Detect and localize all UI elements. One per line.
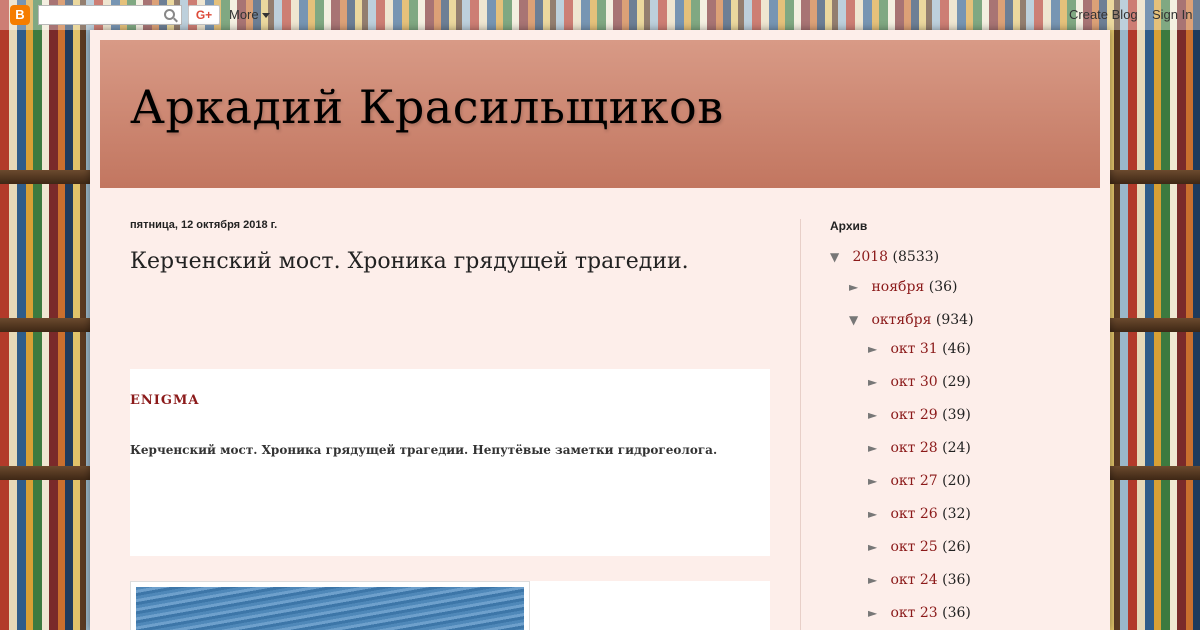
- expand-toggle-icon[interactable]: ►: [849, 280, 867, 294]
- archive-link[interactable]: 2018: [852, 249, 888, 265]
- archive-year-2018[interactable]: ▼ 2018 (8533): [830, 249, 939, 265]
- expand-toggle-icon[interactable]: ▼: [849, 313, 867, 327]
- archive-count: (36): [942, 605, 971, 621]
- archive-day[interactable]: ► окт 24 (36): [868, 572, 971, 588]
- archive-count: (24): [942, 440, 971, 456]
- archive-link[interactable]: окт 24: [890, 572, 937, 588]
- blog-header: Аркадий Красильщиков: [100, 40, 1100, 188]
- archive-link[interactable]: окт 26: [890, 506, 937, 522]
- expand-toggle-icon[interactable]: ►: [868, 540, 886, 554]
- sidebar-divider: [800, 219, 801, 630]
- expand-toggle-icon[interactable]: ►: [868, 606, 886, 620]
- archive-day[interactable]: ► окт 27 (20): [868, 473, 971, 489]
- blog-page: Аркадий Красильщиков пятница, 12 октября…: [90, 30, 1110, 630]
- archive-day[interactable]: ► окт 23 (36): [868, 605, 971, 621]
- post-date: пятница, 12 октября 2018 г.: [130, 219, 278, 231]
- expand-toggle-icon[interactable]: ►: [868, 474, 886, 488]
- blogger-navbar: B G+ More Create Blog Sign In: [0, 0, 1200, 30]
- archive-link[interactable]: окт 25: [890, 539, 937, 555]
- archive-link[interactable]: окт 28: [890, 440, 937, 456]
- post-image[interactable]: [130, 581, 530, 630]
- archive-link[interactable]: окт 23: [890, 605, 937, 621]
- expand-toggle-icon[interactable]: ►: [868, 507, 886, 521]
- caret-down-icon: [261, 13, 270, 19]
- archive-day[interactable]: ► окт 26 (32): [868, 506, 971, 522]
- archive-day[interactable]: ► окт 29 (39): [868, 407, 971, 423]
- post-title[interactable]: Керченский мост. Хроника грядущей трагед…: [130, 249, 689, 274]
- archive-link[interactable]: окт 27: [890, 473, 937, 489]
- post-subtitle: Керченский мост. Хроника грядущей трагед…: [130, 443, 718, 457]
- more-label[interactable]: More: [229, 7, 259, 22]
- archive-count: (32): [942, 506, 971, 522]
- archive-count: (36): [942, 572, 971, 588]
- post-image-container: [130, 581, 770, 630]
- archive-day[interactable]: ► окт 28 (24): [868, 440, 971, 456]
- archive-link[interactable]: окт 30: [890, 374, 937, 390]
- expand-toggle-icon[interactable]: ▼: [830, 250, 848, 264]
- google-plus-button[interactable]: G+: [188, 5, 220, 25]
- archive-count: (46): [942, 341, 971, 357]
- archive-count: (36): [928, 279, 958, 295]
- archive-count: (8533): [892, 249, 940, 265]
- sign-in-link[interactable]: Sign In: [1152, 7, 1192, 22]
- post-source-label: ENIGMA: [130, 393, 200, 408]
- expand-toggle-icon[interactable]: ►: [868, 441, 886, 455]
- blog-title[interactable]: Аркадий Красильщиков: [130, 80, 724, 134]
- archive-month-november[interactable]: ► ноября (36): [849, 279, 957, 295]
- blogger-logo-icon[interactable]: B: [10, 5, 30, 25]
- archive-month-october[interactable]: ▼ октября (934): [849, 312, 974, 328]
- expand-toggle-icon[interactable]: ►: [868, 375, 886, 389]
- archive-day[interactable]: ► окт 25 (26): [868, 539, 971, 555]
- archive-count: (20): [942, 473, 971, 489]
- archive-count: (26): [942, 539, 971, 555]
- archive-title: Архив: [830, 219, 868, 233]
- archive-day[interactable]: ► окт 30 (29): [868, 374, 971, 390]
- more-menu[interactable]: More: [229, 7, 270, 22]
- archive-link[interactable]: окт 31: [890, 341, 937, 357]
- archive-link[interactable]: ноября: [871, 279, 924, 295]
- expand-toggle-icon[interactable]: ►: [868, 408, 886, 422]
- post-body: ENIGMA Керченский мост. Хроника грядущей…: [130, 369, 770, 556]
- expand-toggle-icon[interactable]: ►: [868, 573, 886, 587]
- archive-link[interactable]: окт 29: [890, 407, 937, 423]
- create-blog-link[interactable]: Create Blog: [1069, 7, 1138, 22]
- archive-link[interactable]: октября: [871, 312, 931, 328]
- expand-toggle-icon[interactable]: ►: [868, 342, 886, 356]
- archive-count: (934): [935, 312, 974, 328]
- archive-count: (29): [942, 374, 971, 390]
- archive-day[interactable]: ► окт 31 (46): [868, 341, 971, 357]
- archive-count: (39): [942, 407, 971, 423]
- search-input[interactable]: [38, 5, 182, 25]
- search-icon[interactable]: [164, 9, 175, 20]
- sea-image: [136, 587, 524, 630]
